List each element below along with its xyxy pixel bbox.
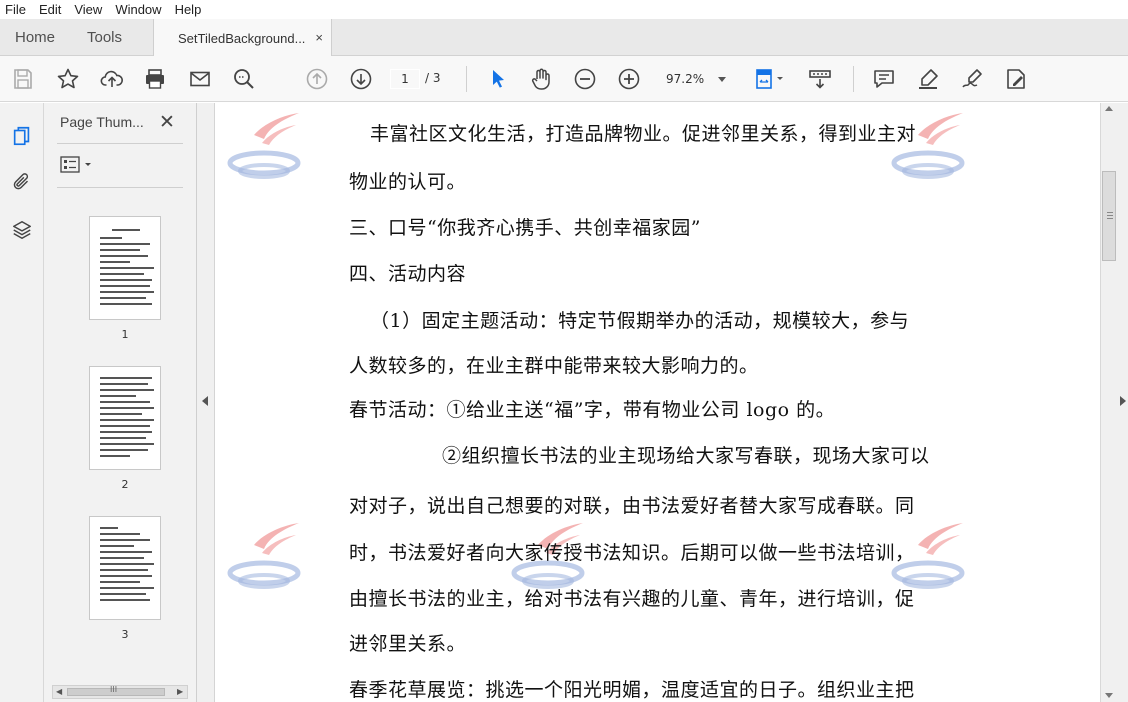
document-text-line: 由擅长书法的业主，给对书法有兴趣的儿童、青年，进行培训，促: [349, 588, 915, 610]
zoom-in-icon[interactable]: [615, 65, 643, 93]
close-icon[interactable]: ✕: [159, 111, 175, 133]
tab-document-label: SetTiledBackground...: [178, 30, 306, 46]
cloud-upload-icon[interactable]: [98, 65, 126, 93]
zoom-value: 97.2%: [666, 72, 705, 86]
document-heading: 三、口号“你我齐心携手、共创幸福家园”: [349, 217, 701, 239]
vertical-scrollbar[interactable]: [1100, 103, 1117, 702]
fill-sign-icon[interactable]: [1002, 65, 1030, 93]
scroll-right-icon[interactable]: ▶: [177, 687, 183, 696]
scrollbar-thumb[interactable]: III: [67, 685, 165, 696]
document-text-line: 春节活动：①给业主送“福”字，带有物业公司 logo 的。: [349, 399, 836, 421]
page-thumbnail-2[interactable]: [89, 366, 161, 470]
menu-file[interactable]: File: [0, 0, 33, 19]
thumbnail-options-button[interactable]: [60, 156, 96, 174]
layers-icon[interactable]: [9, 217, 35, 243]
chevron-down-icon: [718, 77, 726, 82]
tab-document[interactable]: SetTiledBackground... ×: [153, 19, 332, 57]
scroll-mode-icon[interactable]: [806, 65, 834, 93]
tab-tools[interactable]: Tools: [87, 19, 122, 56]
menu-help[interactable]: Help: [169, 0, 209, 19]
panel-title: Page Thum...: [60, 114, 144, 130]
save-icon[interactable]: [9, 65, 37, 93]
scrollbar-thumb[interactable]: [1102, 171, 1116, 261]
document-text-line: 春季花草展览：挑选一个阳光明媚，温度适宜的日子。组织业主把: [349, 679, 915, 701]
zoom-out-icon[interactable]: [571, 65, 599, 93]
page-thumbnail-3[interactable]: [89, 516, 161, 620]
next-page-icon[interactable]: [347, 65, 375, 93]
email-icon[interactable]: [186, 65, 214, 93]
document-text-line: （1）固定主题活动：特定节假期举办的活动，规模较大，参与: [370, 310, 910, 332]
highlight-pen-icon[interactable]: [914, 65, 942, 93]
document-text-line: 时，书法爱好者向大家传授书法知识。后期可以做一些书法培训，: [349, 542, 915, 564]
comment-icon[interactable]: [870, 65, 898, 93]
attachment-icon[interactable]: [9, 169, 35, 195]
star-icon[interactable]: [54, 65, 82, 93]
document-text-line: 物业的认可。: [349, 171, 467, 193]
page-thumbnail-label: 1: [121, 328, 129, 341]
scrollbar-grip: III: [110, 685, 118, 694]
scroll-down-icon[interactable]: [1105, 693, 1113, 698]
collapse-left-icon: [202, 396, 208, 406]
horizontal-scrollbar[interactable]: ◀ III ▶: [52, 685, 188, 699]
tab-home[interactable]: Home: [15, 19, 55, 56]
document-text-line: 进邻里关系。: [349, 633, 467, 655]
watermark-logo: [227, 113, 301, 179]
zoom-select[interactable]: 97.2%: [660, 69, 732, 89]
print-icon[interactable]: [141, 65, 169, 93]
page-thumbnails-panel: Page Thum... ✕ 1 2 3 ◀ III ▶: [44, 103, 197, 702]
document-heading: 四、活动内容: [349, 263, 467, 285]
divider: [57, 143, 183, 144]
previous-page-icon[interactable]: [303, 65, 331, 93]
page-thumbnail-label: 3: [121, 628, 129, 641]
hand-tool-icon[interactable]: [527, 65, 555, 93]
sign-pen-icon[interactable]: [958, 65, 986, 93]
panel-collapse-handle[interactable]: [197, 103, 215, 702]
page-number-input[interactable]: 1: [390, 69, 420, 89]
right-panel-handle[interactable]: [1117, 103, 1128, 702]
watermark-logo: [227, 523, 301, 589]
document-text-line: 人数较多的，在业主群中能带来较大影响力的。: [349, 355, 759, 377]
tab-close-icon[interactable]: ×: [315, 30, 323, 45]
expand-right-icon: [1120, 396, 1126, 406]
page-thumbnails-icon[interactable]: [9, 123, 35, 149]
scroll-left-icon[interactable]: ◀: [56, 687, 62, 696]
menu-edit[interactable]: Edit: [33, 0, 68, 19]
search-icon[interactable]: [230, 65, 258, 93]
toolbar: 1 / 3 97.2%: [0, 56, 1128, 102]
menu-view[interactable]: View: [68, 0, 109, 19]
document-text-line: 对对子，说出自己想要的对联，由书法爱好者替大家写成春联。同: [349, 495, 915, 517]
page-thumbnail-1[interactable]: [89, 216, 161, 320]
page-thumbnail-label: 2: [121, 478, 129, 491]
select-pointer-icon[interactable]: [484, 65, 512, 93]
toolbar-divider: [466, 66, 467, 92]
divider: [57, 187, 183, 188]
page-total: / 3: [425, 71, 441, 85]
left-navigation-rail: [0, 103, 44, 702]
document-text-line: 丰富社区文化生活，打造品牌物业。促进邻里关系，得到业主对: [370, 123, 917, 145]
tab-bar: Home Tools SetTiledBackground... ×: [0, 19, 1128, 57]
menu-bar: File Edit View Window Help: [0, 0, 1128, 19]
document-view[interactable]: 丰富社区文化生活，打造品牌物业。促进邻里关系，得到业主对 物业的认可。 三、口号…: [216, 103, 1100, 702]
document-text-line: ②组织擅长书法的业主现场给大家写春联，现场大家可以: [442, 445, 930, 467]
scroll-up-icon[interactable]: [1105, 106, 1113, 111]
fit-page-icon[interactable]: [750, 65, 788, 93]
menu-window[interactable]: Window: [109, 0, 168, 19]
toolbar-divider: [853, 66, 854, 92]
